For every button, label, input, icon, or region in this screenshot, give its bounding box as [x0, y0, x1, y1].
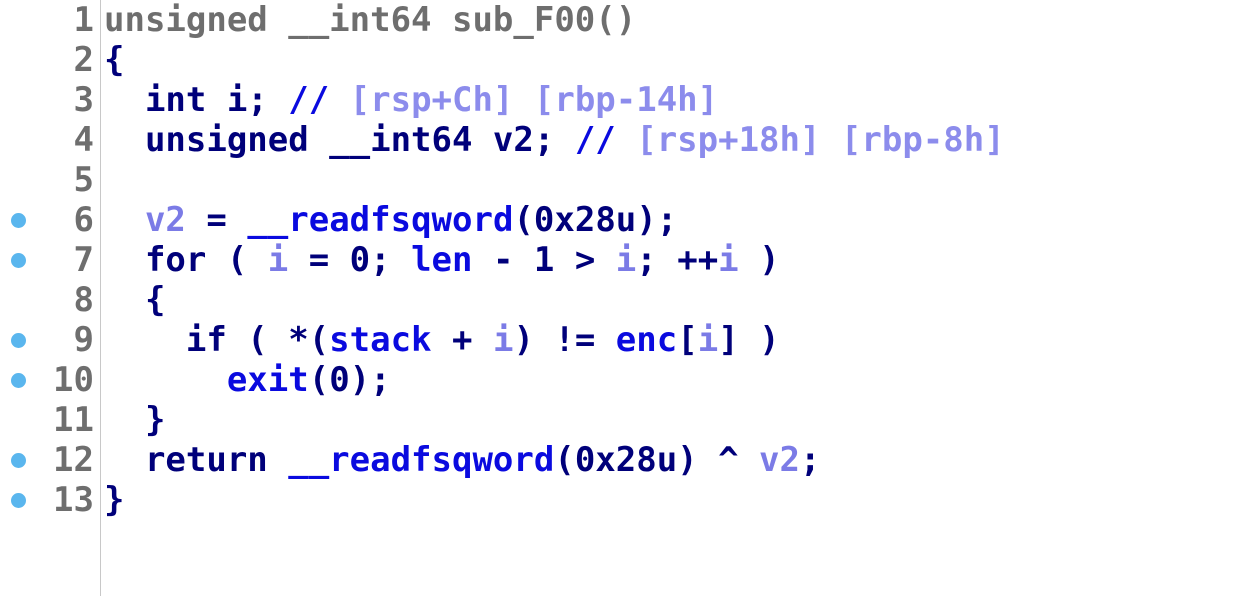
line-number: 1: [73, 0, 94, 40]
line-number: 4: [73, 120, 94, 160]
line-number: 8: [73, 280, 94, 320]
code-token: v2: [144, 200, 186, 240]
line-number: 12: [53, 440, 94, 480]
code-token: (0x28u) ^: [554, 440, 760, 480]
code-text: for ( i = 0; len - 1 > i; ++i ): [104, 240, 780, 280]
code-token: if ( *(: [104, 320, 330, 360]
code-token: =: [185, 200, 248, 240]
code-token: {: [104, 40, 125, 80]
code-line[interactable]: 11 }: [0, 400, 1248, 440]
code-token: i: [615, 240, 637, 280]
code-line[interactable]: 1 unsigned __int64 sub_F00(): [0, 0, 1248, 40]
code-line[interactable]: 12 return __readfsqword(0x28u) ^ v2;: [0, 440, 1248, 480]
code-token: - 1 >: [472, 240, 616, 280]
code-line[interactable]: 13}: [0, 480, 1248, 520]
code-token: i: [492, 320, 514, 360]
code-token: ; ++: [636, 240, 719, 280]
code-token: ] ): [718, 320, 780, 360]
line-number: 5: [73, 160, 94, 200]
line-number: 7: [73, 240, 94, 280]
code-token: = 0;: [288, 240, 412, 280]
line-number: 13: [53, 480, 94, 520]
breakpoint-dot-icon[interactable]: [11, 373, 26, 388]
code-token: //: [288, 80, 350, 120]
breakpoint-dot-icon[interactable]: [11, 493, 26, 508]
line-number: 2: [73, 40, 94, 80]
code-token: [rsp+18h] [rbp-8h]: [636, 120, 1005, 160]
code-token: int i;: [104, 80, 289, 120]
line-number: 9: [73, 320, 94, 360]
code-token: stack: [329, 320, 432, 360]
code-token: [rsp+Ch] [rbp-14h]: [349, 80, 719, 120]
code-token: //: [574, 120, 637, 160]
code-token: unsigned __int64 v2;: [104, 120, 575, 160]
code-token: +: [431, 320, 493, 360]
code-token: unsigned __int64 sub_F00(): [104, 0, 637, 40]
code-line[interactable]: 5: [0, 160, 1248, 200]
code-token: exit: [226, 360, 309, 400]
line-number: 11: [53, 400, 94, 440]
code-line[interactable]: 6 v2 = __readfsqword(0x28u);: [0, 200, 1248, 240]
code-text: unsigned __int64 v2; // [rsp+18h] [rbp-8…: [104, 120, 1005, 160]
code-text: }: [104, 480, 124, 520]
code-text: unsigned __int64 sub_F00(): [104, 0, 636, 40]
code-token: [: [677, 320, 698, 360]
code-text: return __readfsqword(0x28u) ^ v2;: [104, 440, 821, 480]
code-token: (0x28u);: [513, 200, 678, 240]
code-token: __readfsqword: [247, 200, 514, 240]
code-line[interactable]: 7 for ( i = 0; len - 1 > i; ++i ): [0, 240, 1248, 280]
code-token: i: [718, 240, 739, 280]
code-text: }: [104, 400, 165, 440]
code-token: v2: [759, 440, 800, 480]
code-text: v2 = __readfsqword(0x28u);: [104, 200, 677, 240]
line-number: 10: [53, 360, 94, 400]
breakpoint-dot-icon[interactable]: [11, 453, 26, 468]
code-line[interactable]: 4 unsigned __int64 v2; // [rsp+18h] [rbp…: [0, 120, 1248, 160]
code-token: }: [104, 480, 125, 520]
code-text: int i; // [rsp+Ch] [rbp-14h]: [104, 80, 718, 120]
code-token: }: [104, 400, 166, 440]
code-text: {: [104, 40, 124, 80]
breakpoint-dot-icon[interactable]: [11, 213, 26, 228]
breakpoint-dot-icon[interactable]: [11, 253, 26, 268]
code-text: {: [104, 280, 165, 320]
code-line[interactable]: 8 {: [0, 280, 1248, 320]
code-token: enc: [615, 320, 678, 360]
code-token: len: [411, 240, 473, 280]
code-line[interactable]: 10 exit(0);: [0, 360, 1248, 400]
line-number: 3: [73, 80, 94, 120]
code-token: i: [697, 320, 719, 360]
code-token: ) !=: [513, 320, 616, 360]
code-text: if ( *(stack + i) != enc[i] ): [104, 320, 780, 360]
code-token: (0);: [308, 360, 391, 400]
code-token: {: [104, 280, 166, 320]
pseudocode-view[interactable]: 1 unsigned __int64 sub_F00() 2{3 int i; //…: [0, 0, 1248, 520]
line-number: 6: [73, 200, 94, 240]
code-token: return: [104, 440, 289, 480]
code-line[interactable]: 2{: [0, 40, 1248, 80]
code-token: i: [267, 240, 289, 280]
code-token: ;: [800, 440, 821, 480]
code-line[interactable]: 3 int i; // [rsp+Ch] [rbp-14h]: [0, 80, 1248, 120]
code-token: for (: [104, 240, 268, 280]
code-token: __readfsqword: [288, 440, 555, 480]
code-line[interactable]: 9 if ( *(stack + i) != enc[i] ): [0, 320, 1248, 360]
code-token: ): [738, 240, 780, 280]
code-text: exit(0);: [104, 360, 391, 400]
breakpoint-dot-icon[interactable]: [11, 333, 26, 348]
